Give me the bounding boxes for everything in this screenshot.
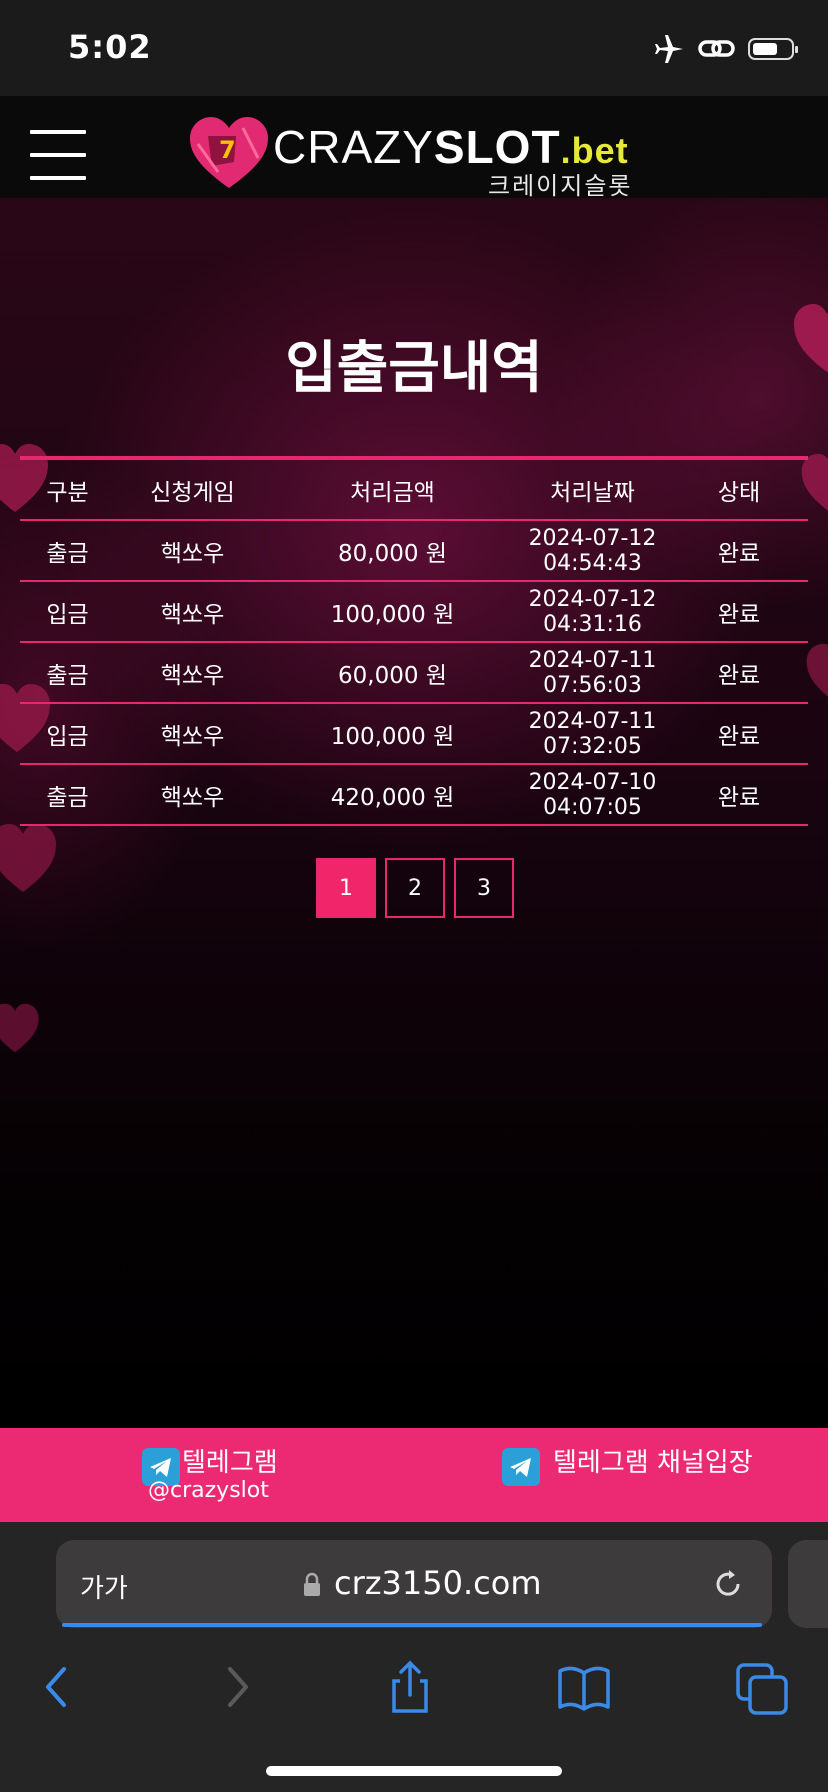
- site-logo[interactable]: 7 CRAZYSLOT.bet 크레이지슬롯: [188, 114, 648, 200]
- cell-date-time: 07:56:03: [543, 672, 642, 698]
- cell-type: 출금: [20, 520, 115, 582]
- logo-crazy-text: CRAZY: [273, 121, 434, 173]
- cell-date: 2024-07-12 04:54:43: [515, 520, 670, 582]
- cell-status: 완료: [670, 764, 808, 826]
- telegram-link[interactable]: 텔레그램 @crazyslot: [130, 1428, 390, 1522]
- reload-icon[interactable]: [710, 1566, 746, 1602]
- telegram-handle: @crazyslot: [148, 1478, 269, 1503]
- cell-game: 핵쏘우: [115, 703, 270, 765]
- telegram-channel-link[interactable]: 텔레그램 채널입장: [500, 1428, 760, 1522]
- cell-status: 완료: [670, 703, 808, 765]
- svg-text:7: 7: [219, 136, 236, 164]
- cell-game: 핵쏘우: [115, 581, 270, 643]
- telegram-channel-label: 텔레그램 채널입장: [553, 1448, 753, 1478]
- cell-type: 출금: [20, 764, 115, 826]
- status-bar: 5:02: [0, 0, 828, 96]
- link-icon: [698, 40, 735, 57]
- column-header-amount: 처리금액: [270, 458, 515, 521]
- cell-date-day: 2024-07-10: [528, 769, 657, 795]
- page-button-1[interactable]: 1: [316, 858, 376, 918]
- page-title: 입출금내역: [285, 336, 543, 401]
- cell-game: 핵쏘우: [115, 642, 270, 704]
- cell-date-day: 2024-07-12: [528, 586, 657, 612]
- cell-date-time: 04:07:05: [543, 794, 642, 820]
- status-icons: [654, 34, 798, 64]
- cell-amount: 80,000 원: [270, 520, 515, 582]
- table-row: 출금 핵쏘우 80,000 원 2024-07-12 04:54:43 완료: [20, 520, 808, 582]
- table-row: 입금 핵쏘우 100,000 원 2024-07-11 07:32:05 완료: [20, 703, 808, 765]
- tabs-icon[interactable]: [732, 1657, 792, 1717]
- page-button-2[interactable]: 2: [385, 858, 445, 918]
- decorative-heart-icon: [0, 1003, 39, 1053]
- cell-status: 완료: [670, 581, 808, 643]
- cell-date-time: 07:32:05: [543, 733, 642, 759]
- browser-toolbar: 가가 crz3150.com: [0, 1522, 828, 1792]
- share-icon[interactable]: [380, 1657, 440, 1717]
- column-header-status: 상태: [670, 458, 808, 521]
- pagination: 1 2 3: [316, 858, 514, 918]
- cell-date-day: 2024-07-12: [528, 525, 657, 551]
- airplane-icon: [655, 35, 683, 63]
- heart-logo-icon: 7: [190, 117, 268, 188]
- cell-date-day: 2024-07-11: [528, 647, 657, 673]
- cell-status: 완료: [670, 520, 808, 582]
- cell-date: 2024-07-10 04:07:05: [515, 764, 670, 826]
- page-button-3[interactable]: 3: [454, 858, 514, 918]
- back-icon[interactable]: [28, 1657, 88, 1717]
- home-indicator: [266, 1766, 562, 1776]
- cell-amount: 100,000 원: [270, 581, 515, 643]
- menu-line-icon: [30, 153, 86, 157]
- table-row: 출금 핵쏘우 60,000 원 2024-07-11 07:56:03 완료: [20, 642, 808, 704]
- cell-date-day: 2024-07-11: [528, 708, 657, 734]
- table-header-row: 구분 신청게임 처리금액 처리날짜 상태: [20, 458, 808, 521]
- menu-line-icon: [30, 176, 86, 180]
- cell-date: 2024-07-12 04:31:16: [515, 581, 670, 643]
- column-header-type: 구분: [20, 458, 115, 521]
- lock-icon: [304, 1572, 320, 1596]
- cell-date-time: 04:54:43: [543, 550, 642, 576]
- address-bar[interactable]: 가가 crz3150.com: [56, 1540, 772, 1628]
- menu-button[interactable]: [30, 130, 86, 182]
- menu-line-icon: [30, 130, 86, 134]
- cell-date-time: 04:31:16: [543, 611, 642, 637]
- table-row: 입금 핵쏘우 100,000 원 2024-07-12 04:31:16 완료: [20, 581, 808, 643]
- cell-amount: 60,000 원: [270, 642, 515, 704]
- cell-game: 핵쏘우: [115, 520, 270, 582]
- site-header: 7 CRAZYSLOT.bet 크레이지슬롯: [0, 96, 828, 200]
- cell-amount: 420,000 원: [270, 764, 515, 826]
- status-time: 5:02: [68, 28, 152, 66]
- battery-icon: [748, 38, 798, 60]
- load-progress-bar: [62, 1623, 762, 1627]
- cell-type: 입금: [20, 703, 115, 765]
- telegram-label: 텔레그램: [182, 1448, 278, 1478]
- decorative-heart-icon: [806, 643, 828, 697]
- logo-bet-text: .bet: [560, 130, 629, 171]
- table-row: 출금 핵쏘우 420,000 원 2024-07-10 04:07:05 완료: [20, 764, 808, 826]
- main-content: 입출금내역 구분 신청게임 처리금액 처리날짜 상태 출금 핵쏘우 80,000…: [0, 198, 828, 1428]
- cell-status: 완료: [670, 642, 808, 704]
- cell-amount: 100,000 원: [270, 703, 515, 765]
- forward-icon[interactable]: [206, 1657, 266, 1717]
- next-tab-preview[interactable]: [788, 1540, 828, 1628]
- cell-date: 2024-07-11 07:56:03: [515, 642, 670, 704]
- bookmarks-icon[interactable]: [554, 1657, 614, 1717]
- decorative-heart-icon: [0, 824, 56, 892]
- transaction-table: 구분 신청게임 처리금액 처리날짜 상태 출금 핵쏘우 80,000 원 202…: [20, 456, 808, 826]
- cell-type: 입금: [20, 581, 115, 643]
- url-text: crz3150.com: [334, 1564, 542, 1602]
- column-header-game: 신청게임: [115, 458, 270, 521]
- telegram-footer: 텔레그램 @crazyslot 텔레그램 채널입장: [0, 1428, 828, 1522]
- cell-type: 출금: [20, 642, 115, 704]
- logo-subtitle: 크레이지슬롯: [488, 172, 633, 200]
- telegram-icon: [502, 1448, 540, 1486]
- cell-date: 2024-07-11 07:32:05: [515, 703, 670, 765]
- column-header-date: 처리날짜: [515, 458, 670, 521]
- browser-nav-row: [0, 1657, 828, 1727]
- cell-game: 핵쏘우: [115, 764, 270, 826]
- text-size-button[interactable]: 가가: [80, 1568, 128, 1605]
